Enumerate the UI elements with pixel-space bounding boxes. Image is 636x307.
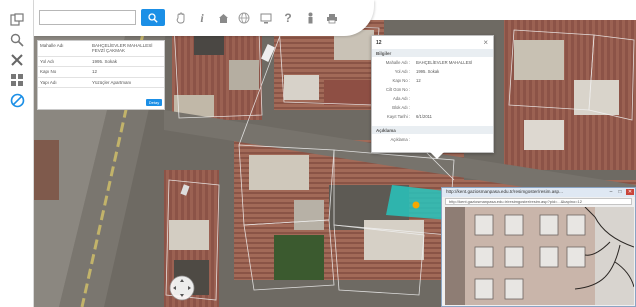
layers-icon[interactable]: [6, 10, 28, 30]
table-row: Yapı Adı Yüzüçler Apartmanı: [38, 77, 164, 89]
popup-row-key: Mahalle Adı :: [385, 60, 410, 65]
row-key: Mahalle Adı: [38, 41, 90, 57]
photo-window-url[interactable]: http://kent.gaziosmanpasa.edu.tr/resimgo…: [445, 198, 632, 205]
close-button[interactable]: ✕: [626, 189, 634, 195]
popup-row-key: Açıklama :: [390, 137, 410, 142]
info-icon[interactable]: i: [194, 10, 210, 26]
section-header-info: Bilgiler: [372, 49, 493, 57]
search-button[interactable]: [141, 9, 165, 26]
row-key: Kapı No: [38, 66, 90, 78]
row-value: 12: [90, 66, 164, 78]
section-header-notes: Açıklama: [372, 126, 493, 134]
search-icon: [148, 12, 158, 23]
popup-row-value: 12: [416, 78, 421, 83]
help-icon[interactable]: ?: [280, 10, 296, 26]
popup-row: Kapı No : 12: [372, 78, 493, 86]
row-value: 1995. Sokak: [90, 56, 164, 68]
popup-row: Açıklama :: [372, 137, 493, 145]
popup-row-value: BAHÇELİEVLER MAHALLESİ: [416, 60, 473, 65]
popup-row-key: Kayıt Tarihi :: [387, 114, 410, 119]
maximize-button[interactable]: □: [616, 189, 624, 195]
popup-row-value: 6/1/2011: [416, 114, 432, 119]
location-marker[interactable]: [412, 201, 420, 209]
close-icon[interactable]: ×: [483, 38, 488, 47]
globe-icon[interactable]: [236, 10, 252, 26]
row-value: BAHÇELİEVLER MAHALLESİ FEVZİ ÇAKMAK: [90, 41, 164, 57]
building-block-ne: [504, 20, 636, 170]
popup-row: Ada Adı :: [372, 96, 493, 104]
feature-popup: 12 × Bilgiler Mahalle Adı : BAHÇELİEVLER…: [371, 35, 494, 159]
zoom-icon[interactable]: [6, 30, 28, 50]
popup-row: Cilt Gün No :: [372, 87, 493, 95]
hand-icon[interactable]: [173, 10, 189, 26]
popup-row-key: Cilt Gün No :: [386, 87, 410, 92]
photo-window-title-text: http://kent.gaziosmanpasa.edu.tr/resimgo…: [446, 189, 563, 194]
info-table-panel: Mahalle Adı BAHÇELİEVLER MAHALLESİ FEVZİ…: [37, 40, 165, 110]
row-key: Yol Adı: [38, 56, 90, 68]
detail-button[interactable]: Detay: [146, 99, 162, 106]
popup-row: Kayıt Tarihi : 6/1/2011: [372, 114, 493, 122]
minimize-button[interactable]: –: [607, 189, 615, 195]
monitor-icon[interactable]: [258, 10, 274, 26]
building-icon[interactable]: [215, 10, 231, 26]
clear-icon[interactable]: [6, 50, 28, 70]
table-row: Yol Adı 1995. Sokak: [38, 56, 164, 68]
building-photo: [445, 207, 634, 305]
popup-row-key: Ada Adı :: [393, 96, 410, 101]
photo-window: http://kent.gaziosmanpasa.edu.tr/resimgo…: [441, 187, 636, 307]
row-value: Yüzüçler Apartmanı: [90, 77, 164, 89]
top-toolbar: i ?: [34, 0, 374, 36]
row-key: Yapı Adı: [38, 77, 90, 89]
search-input[interactable]: [39, 10, 136, 25]
table-row: Kapı No 12: [38, 66, 164, 78]
popup-row-value: 1995. Sokak: [416, 69, 440, 74]
popup-title: 12: [376, 40, 382, 46]
left-building-2: [34, 140, 59, 200]
left-toolbar: [0, 0, 34, 307]
print-icon[interactable]: [324, 10, 340, 26]
popup-pointer: [430, 152, 444, 159]
table-row: Mahalle Adı BAHÇELİEVLER MAHALLESİ FEVZİ…: [38, 41, 164, 57]
grid-icon[interactable]: [6, 70, 28, 90]
popup-row: Blok Adı :: [372, 105, 493, 113]
gis-application: i ? Mahalle Adı BAHÇELİEVLER MAHALLESİ F…: [0, 0, 636, 307]
forbidden-icon[interactable]: [6, 90, 28, 110]
popup-row-key: Kapı No :: [392, 78, 410, 83]
popup-row-key: Blok Adı :: [392, 105, 410, 110]
person-icon[interactable]: [302, 10, 318, 26]
popup-row-key: Yol Adı :: [394, 69, 410, 74]
info-table: Mahalle Adı BAHÇELİEVLER MAHALLESİ FEVZİ…: [38, 41, 164, 89]
popup-row: Mahalle Adı : BAHÇELİEVLER MAHALLESİ: [372, 60, 493, 68]
popup-row: Yol Adı : 1995. Sokak: [372, 69, 493, 77]
